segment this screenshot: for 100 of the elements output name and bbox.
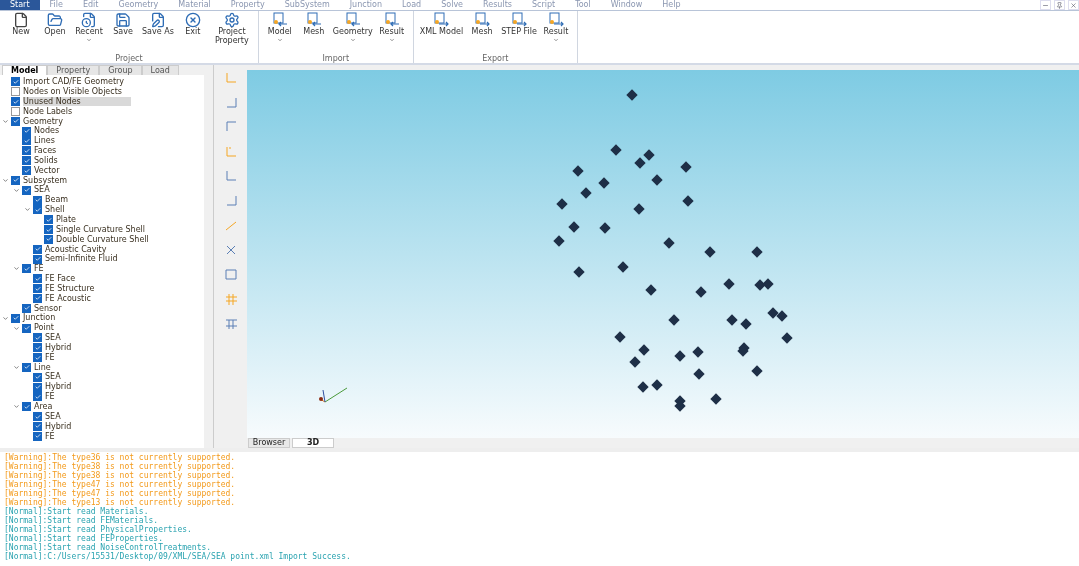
expand-caret-icon[interactable] bbox=[2, 314, 9, 322]
tree-item[interactable]: Nodes bbox=[34, 126, 62, 136]
tree-item[interactable]: Solids bbox=[34, 155, 60, 166]
tree-item[interactable]: Lines bbox=[34, 136, 57, 146]
tree-item[interactable]: FE Acoustic bbox=[45, 293, 93, 304]
tree-item[interactable]: Plate bbox=[56, 215, 78, 225]
checkbox[interactable] bbox=[33, 421, 42, 431]
tree-item[interactable]: Import CAD/FE Geometry bbox=[23, 77, 127, 87]
minimize-icon[interactable] bbox=[1040, 0, 1051, 10]
expand-caret-icon[interactable] bbox=[13, 363, 20, 371]
tree-item[interactable]: Hybrid bbox=[45, 421, 74, 432]
ribbon-button[interactable]: Save bbox=[106, 11, 140, 54]
checkbox[interactable] bbox=[33, 392, 42, 402]
checkbox[interactable] bbox=[33, 195, 42, 205]
checkbox[interactable] bbox=[33, 382, 42, 392]
checkbox[interactable] bbox=[44, 225, 53, 235]
panel-tab[interactable]: Model bbox=[2, 65, 48, 75]
ribbon-button[interactable]: Model bbox=[262, 11, 297, 54]
tree-item[interactable]: Junction bbox=[23, 313, 58, 323]
tree-item[interactable]: Semi-Infinite Fluid bbox=[45, 254, 120, 264]
tree-item[interactable]: Shell bbox=[45, 205, 67, 215]
tree-item[interactable]: Acoustic Cavity bbox=[45, 244, 109, 254]
panel-tab[interactable]: Group bbox=[99, 65, 142, 75]
tree-item[interactable]: Beam bbox=[45, 195, 71, 205]
checkbox[interactable] bbox=[22, 166, 31, 175]
checkbox[interactable] bbox=[22, 402, 31, 412]
tree-item[interactable]: Sensor bbox=[34, 303, 64, 314]
tree-item[interactable]: Area bbox=[34, 402, 55, 412]
checkbox[interactable] bbox=[33, 431, 42, 441]
checkbox[interactable] bbox=[33, 205, 42, 215]
checkbox[interactable] bbox=[33, 254, 42, 264]
checkbox[interactable] bbox=[22, 146, 31, 156]
tree-item[interactable]: Hybrid bbox=[45, 342, 74, 353]
checkbox[interactable] bbox=[22, 185, 31, 195]
checkbox[interactable] bbox=[33, 333, 42, 343]
checkbox[interactable] bbox=[11, 87, 20, 97]
tree-item[interactable]: Vector bbox=[34, 165, 62, 176]
checkbox[interactable] bbox=[33, 274, 42, 284]
tree-item[interactable]: SEA bbox=[45, 333, 63, 343]
checkbox[interactable] bbox=[33, 412, 42, 422]
view-tab[interactable]: Browser bbox=[248, 438, 290, 448]
checkbox[interactable] bbox=[22, 323, 31, 333]
tree-item[interactable]: Subsystem bbox=[23, 175, 70, 186]
expand-caret-icon[interactable] bbox=[2, 117, 9, 125]
tree-item[interactable]: FE Face bbox=[45, 274, 78, 284]
checkbox[interactable] bbox=[11, 175, 20, 185]
tree-item[interactable]: SEA bbox=[34, 185, 52, 195]
tree-item[interactable]: FE bbox=[45, 431, 57, 442]
tree-item[interactable]: Nodes on Visible Objects bbox=[23, 87, 124, 97]
checkbox[interactable] bbox=[22, 303, 31, 313]
checkbox[interactable] bbox=[22, 136, 31, 146]
ribbon-button[interactable]: Recent bbox=[72, 11, 106, 54]
expand-caret-icon[interactable] bbox=[13, 324, 20, 332]
ribbon-button[interactable]: Geometry bbox=[330, 11, 375, 54]
checkbox[interactable] bbox=[11, 97, 20, 107]
ribbon-button[interactable]: Mesh bbox=[465, 11, 500, 54]
tree-item[interactable]: Unused Nodes bbox=[23, 96, 131, 107]
checkbox[interactable] bbox=[33, 244, 42, 254]
checkbox[interactable] bbox=[44, 234, 53, 244]
checkbox[interactable] bbox=[33, 294, 42, 303]
tree-item[interactable]: FE bbox=[45, 352, 57, 363]
expand-caret-icon[interactable] bbox=[13, 186, 20, 194]
checkbox[interactable] bbox=[22, 264, 31, 274]
tree-item[interactable]: SEA bbox=[45, 411, 63, 422]
expand-caret-icon[interactable] bbox=[13, 265, 20, 273]
tree-item[interactable]: Point bbox=[34, 323, 56, 333]
ribbon-button[interactable]: Save As bbox=[140, 11, 176, 54]
tree-item[interactable]: FE bbox=[45, 392, 57, 402]
ribbon-button[interactable]: Result bbox=[538, 11, 573, 54]
pin-icon[interactable] bbox=[1054, 0, 1065, 10]
checkbox[interactable] bbox=[33, 284, 42, 294]
tree-item[interactable]: Faces bbox=[34, 146, 59, 156]
panel-tab[interactable]: Property bbox=[47, 65, 100, 75]
tree-item[interactable]: Node Labels bbox=[23, 106, 75, 117]
view-tab[interactable]: 3D bbox=[292, 438, 334, 448]
checkbox[interactable] bbox=[44, 215, 53, 225]
checkbox[interactable] bbox=[22, 126, 31, 136]
ribbon-button[interactable]: New bbox=[4, 11, 38, 54]
tree-item[interactable]: SEA bbox=[45, 372, 63, 382]
tree-item[interactable]: Single Curvature Shell bbox=[56, 224, 148, 235]
checkbox[interactable] bbox=[33, 372, 42, 382]
checkbox[interactable] bbox=[22, 362, 31, 372]
checkbox[interactable] bbox=[11, 77, 20, 87]
tree-item[interactable]: Line bbox=[34, 362, 53, 373]
tree-item[interactable]: FE bbox=[34, 264, 46, 274]
checkbox[interactable] bbox=[11, 116, 20, 126]
checkbox[interactable] bbox=[33, 343, 42, 353]
panel-tab[interactable]: Load bbox=[141, 65, 179, 75]
ribbon-button[interactable]: Mesh bbox=[296, 11, 331, 54]
ribbon-button[interactable]: STEP File bbox=[499, 11, 539, 54]
tree-item[interactable]: Hybrid bbox=[45, 382, 74, 392]
ribbon-button[interactable]: Open bbox=[38, 11, 72, 54]
expand-caret-icon[interactable] bbox=[13, 403, 20, 411]
ribbon-button[interactable]: Exit bbox=[175, 11, 210, 54]
ribbon-button[interactable]: Result bbox=[374, 11, 409, 54]
tree-item[interactable]: Double Curvature Shell bbox=[56, 234, 151, 245]
ribbon-button[interactable]: Project Property bbox=[209, 11, 254, 54]
checkbox[interactable] bbox=[11, 313, 20, 323]
expand-caret-icon[interactable] bbox=[24, 206, 31, 214]
checkbox[interactable] bbox=[22, 156, 31, 166]
